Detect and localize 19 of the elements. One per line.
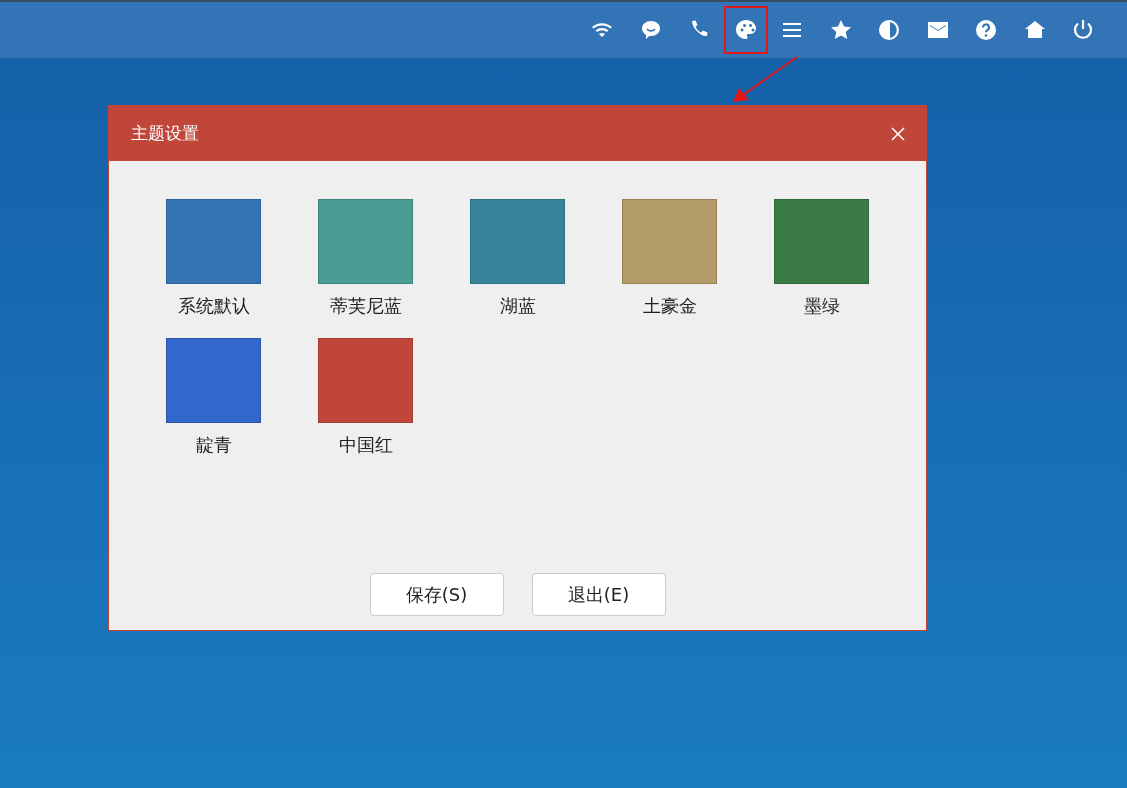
color-swatch[interactable] [166,338,261,423]
theme-name: 靛青 [195,433,232,457]
theme-name: 土豪金 [642,294,697,318]
theme-name: 蒂芙尼蓝 [329,294,402,318]
color-swatch[interactable] [774,199,869,284]
theme-name: 中国红 [338,433,393,457]
dialog-button[interactable]: 保存(S) [369,573,504,616]
color-swatch[interactable] [166,199,261,284]
theme-name: 湖蓝 [499,294,536,318]
dialog-button[interactable]: 退出(E) [531,573,666,616]
color-swatch[interactable] [470,199,565,284]
color-swatch[interactable] [318,338,413,423]
theme-name: 系统默认 [177,294,250,318]
color-swatch[interactable] [622,199,717,284]
color-swatch[interactable] [318,199,413,284]
palette-icon[interactable] [723,6,768,54]
close-button[interactable] [890,125,906,142]
dialog-title: 主题设置 [131,122,199,145]
theme-name: 墨绿 [803,294,840,318]
